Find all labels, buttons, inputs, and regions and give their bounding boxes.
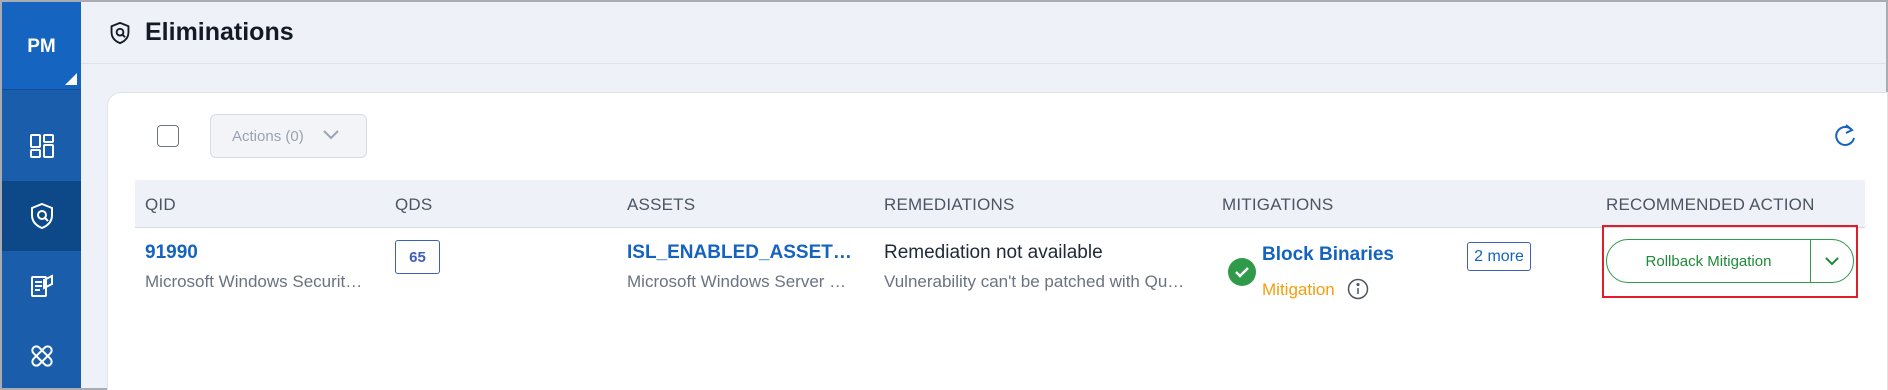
column-header-qds[interactable]: QDS	[395, 195, 432, 215]
left-nav-rail: PM	[2, 2, 81, 388]
column-header-remediations[interactable]: REMEDIATIONS	[884, 195, 1015, 215]
shield-lock-icon	[30, 202, 53, 230]
mitigation-link[interactable]: Block Binaries	[1262, 244, 1394, 266]
qid-description: Microsoft Windows Security Update	[145, 272, 370, 291]
page-header: Eliminations	[81, 2, 1886, 64]
actions-dropdown[interactable]: Actions (0)	[210, 114, 367, 158]
nav-patch[interactable]	[2, 321, 81, 390]
column-header-mitigations[interactable]: MITIGATIONS	[1222, 195, 1333, 215]
nav-dashboard[interactable]	[2, 111, 81, 181]
qds-score-badge: 65	[395, 240, 440, 274]
nav-assets[interactable]	[2, 251, 81, 321]
nav-eliminations[interactable]	[2, 181, 81, 251]
column-header-qid[interactable]: QID	[145, 195, 176, 215]
column-header-assets[interactable]: ASSETS	[627, 195, 695, 215]
chevron-down-icon	[323, 130, 339, 140]
check-circle-icon	[1228, 258, 1256, 286]
remediation-status: Remediation not available	[884, 242, 1103, 263]
asset-description: Microsoft Windows Server 2019	[627, 272, 852, 291]
rollback-mitigation-button[interactable]: Rollback Mitigation	[1607, 240, 1811, 282]
qid-link[interactable]: 91990	[145, 242, 198, 264]
asset-link[interactable]: ISL_ENABLED_ASSET_001	[627, 242, 852, 264]
actions-label: Actions (0)	[232, 127, 304, 145]
app-switcher-corner-icon	[65, 73, 77, 85]
recommended-action-dropdown-button[interactable]	[1811, 240, 1853, 282]
shield-lock-icon	[110, 21, 130, 45]
select-all-checkbox[interactable]	[157, 125, 179, 147]
more-mitigations-badge[interactable]: 2 more	[1467, 242, 1531, 271]
more-mitigations-label: 2 more	[1474, 247, 1524, 265]
table-header: QID QDS ASSETS REMEDIATIONS MITIGATIONS …	[135, 180, 1865, 228]
remediation-description: Vulnerability can't be patched with Qual…	[884, 272, 1189, 291]
info-icon[interactable]	[1347, 278, 1369, 300]
dashboard-icon	[29, 134, 54, 158]
recommended-action-split-button: Rollback Mitigation	[1606, 239, 1854, 283]
asset-list-icon	[30, 274, 53, 297]
app-logo-text: PM	[27, 36, 56, 57]
column-header-recommended-action[interactable]: RECOMMENDED ACTION	[1606, 195, 1815, 215]
page-title: Eliminations	[145, 18, 294, 46]
refresh-icon[interactable]	[1832, 122, 1858, 150]
app-switcher[interactable]: PM	[2, 2, 81, 90]
rollback-mitigation-label: Rollback Mitigation	[1645, 252, 1772, 270]
chevron-down-icon	[1825, 257, 1839, 266]
mitigation-type-label: Mitigation	[1262, 280, 1335, 299]
qds-score: 65	[409, 248, 426, 266]
patch-bandage-icon	[30, 345, 53, 367]
